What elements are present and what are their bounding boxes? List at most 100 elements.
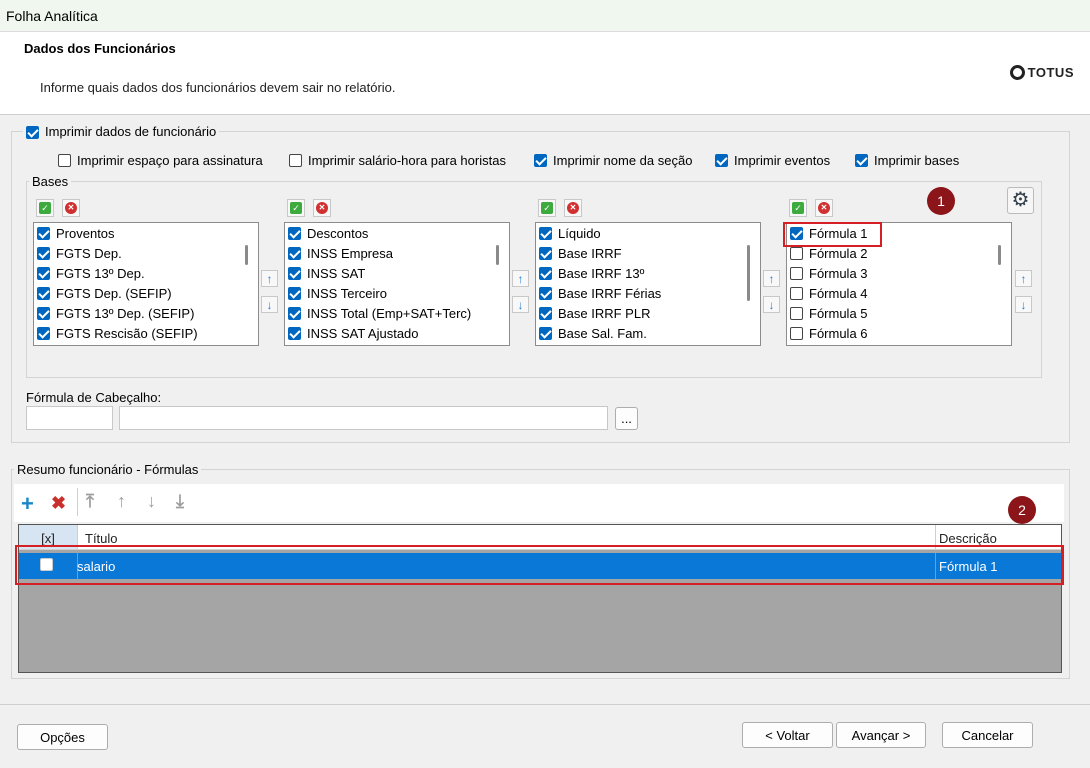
list-item-checkbox[interactable] [539,246,552,260]
settings-button[interactable]: ⚙ [1007,187,1034,214]
list3-uncheck-all-button[interactable]: ✕ [564,199,582,217]
list-item-checkbox[interactable] [288,306,301,320]
option-nome-secao[interactable]: Imprimir nome da seção [534,153,692,168]
list-item[interactable]: INSS SAT [288,263,365,283]
imprimir-dados-checkbox[interactable] [26,126,39,140]
list1-check-all-button[interactable]: ✓ [36,199,54,217]
list4-uncheck-all-button[interactable]: ✕ [815,199,833,217]
list-item-checkbox[interactable] [288,326,301,340]
list-item-label: INSS Total (Emp+SAT+Terc) [307,305,472,321]
list-item-checkbox[interactable] [37,326,50,340]
bases-list-1[interactable]: Proventos FGTS Dep. FGTS 13º Dep. FGTS D… [33,222,259,346]
list-item-checkbox[interactable] [790,286,803,300]
list-item[interactable]: INSS Terceiro [288,283,387,303]
highlight-resumo-row [15,545,1064,585]
option-salario-hora[interactable]: Imprimir salário-hora para horistas [289,153,506,168]
option-bases-checkbox[interactable] [855,154,868,167]
list-item[interactable]: FGTS Dep. (SEFIP) [37,283,172,303]
list-item[interactable]: INSS SAT Ajustado [288,323,419,343]
list-item[interactable]: FGTS 13º Dep. (SEFIP) [37,303,194,323]
bases-list-2[interactable]: Descontos INSS Empresa INSS SAT INSS Ter… [284,222,510,346]
list2-uncheck-all-button[interactable]: ✕ [313,199,331,217]
list-item-checkbox[interactable] [37,226,50,240]
arrow-up-icon[interactable]: ↑ [117,491,126,512]
list4-check-all-button[interactable]: ✓ [789,199,807,217]
options-button[interactable]: Opções [17,724,108,750]
list-item[interactable]: FGTS 13º Dep. [37,263,145,283]
list2-move-up-button[interactable]: ↑ [512,270,529,287]
list2-scrollbar-thumb[interactable] [496,245,499,265]
list2-move-down-button[interactable]: ↓ [512,296,529,313]
arrow-bottom-icon[interactable]: ⤓ [176,491,184,512]
list-item[interactable]: Fórmula 4 [790,283,868,303]
bases-list-3[interactable]: Líquido Base IRRF Base IRRF 13º Base IRR… [535,222,761,346]
list-item[interactable]: Base IRRF 13º [539,263,644,283]
list1-uncheck-all-button[interactable]: ✕ [62,199,80,217]
list4-move-down-button[interactable]: ↓ [1015,296,1032,313]
x-icon[interactable]: ✖ [51,493,66,514]
next-button[interactable]: Avançar > [836,722,926,748]
list-item[interactable]: Base IRRF [539,243,622,263]
list-item-checkbox[interactable] [37,306,50,320]
list-item[interactable]: Descontos [288,223,368,243]
list-item-checkbox[interactable] [288,246,301,260]
list3-move-up-button[interactable]: ↑ [763,270,780,287]
list-item-label: Base IRRF PLR [558,305,651,321]
list-item-label: Fórmula 3 [809,265,868,281]
list2-check-all-button[interactable]: ✓ [287,199,305,217]
list-item-checkbox[interactable] [539,266,552,280]
list-item-checkbox[interactable] [790,306,803,320]
list-item[interactable]: Fórmula 6 [790,323,868,343]
list-item-checkbox[interactable] [288,286,301,300]
list1-scrollbar-thumb[interactable] [245,245,248,265]
list4-move-up-button[interactable]: ↑ [1015,270,1032,287]
list-item-checkbox[interactable] [288,266,301,280]
list-item-checkbox[interactable] [539,326,552,340]
plus-icon[interactable]: + [21,491,34,517]
list1-move-down-button[interactable]: ↓ [261,296,278,313]
list-item-checkbox[interactable] [37,266,50,280]
list-item[interactable]: Base IRRF PLR [539,303,650,323]
option-espaco-assinatura-checkbox[interactable] [58,154,71,167]
list-item[interactable]: Base Sal. Fam. [539,323,647,343]
list3-scrollbar-thumb[interactable] [747,245,750,301]
list-item-checkbox[interactable] [288,226,301,240]
list-item-checkbox[interactable] [790,246,803,260]
list1-move-up-button[interactable]: ↑ [261,270,278,287]
formula-code-input[interactable] [26,406,113,430]
option-nome-secao-checkbox[interactable] [534,154,547,167]
option-espaco-assinatura[interactable]: Imprimir espaço para assinatura [58,153,263,168]
list-item-checkbox[interactable] [790,326,803,340]
group-dados-funcionario-legend[interactable]: Imprimir dados de funcionário [23,124,219,140]
option-salario-hora-checkbox[interactable] [289,154,302,167]
list-item-checkbox[interactable] [790,266,803,280]
option-eventos-checkbox[interactable] [715,154,728,167]
list-item-checkbox[interactable] [37,246,50,260]
list4-scrollbar-thumb[interactable] [998,245,1001,265]
option-eventos[interactable]: Imprimir eventos [715,153,830,168]
list-item[interactable]: Base IRRF Férias [539,283,661,303]
list-item[interactable]: INSS Total (Emp+SAT+Terc) [288,303,471,323]
formula-description-input[interactable] [119,406,608,430]
list3-check-all-button[interactable]: ✓ [538,199,556,217]
cancel-button[interactable]: Cancelar [942,722,1033,748]
list3-move-down-button[interactable]: ↓ [763,296,780,313]
list-item-label: INSS Terceiro [307,285,387,301]
list-item[interactable]: INSS Empresa [288,243,393,263]
callout-marker-2: 2 [1008,496,1036,524]
list-item-checkbox[interactable] [539,226,552,240]
list-item[interactable]: FGTS Rescisão (SEFIP) [37,323,198,343]
formula-browse-button[interactable]: ... [615,407,638,430]
option-bases[interactable]: Imprimir bases [855,153,959,168]
list-item[interactable]: Fórmula 5 [790,303,868,323]
list-item-checkbox[interactable] [539,286,552,300]
list-item[interactable]: Proventos [37,223,115,243]
back-button[interactable]: < Voltar [742,722,833,748]
list-item-checkbox[interactable] [539,306,552,320]
list-item[interactable]: Líquido [539,223,601,243]
list-item-checkbox[interactable] [37,286,50,300]
arrow-down-icon[interactable]: ↓ [147,491,156,512]
arrow-top-icon[interactable]: ⤒ [86,491,94,512]
list-item[interactable]: Fórmula 3 [790,263,868,283]
list-item[interactable]: FGTS Dep. [37,243,122,263]
